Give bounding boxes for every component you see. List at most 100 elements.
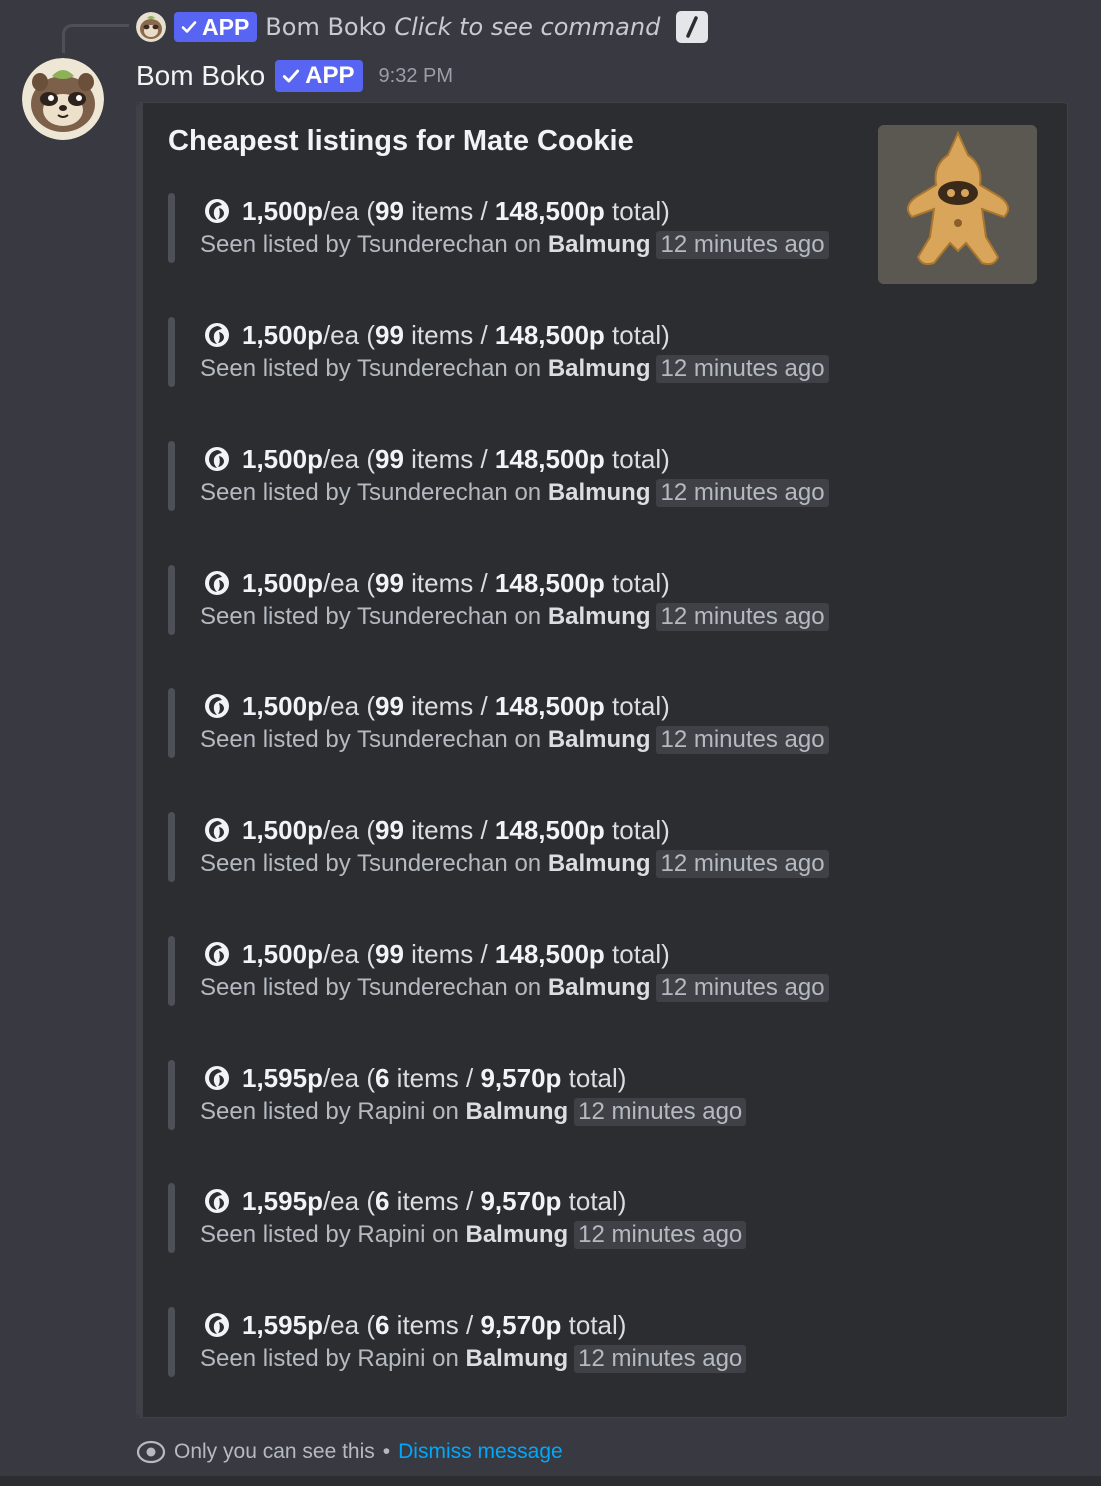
seller-text: Seen listed by Tsunderechan on <box>200 974 548 1001</box>
quantity: 99 <box>374 443 404 474</box>
listing-seller-line: Seen listed by Tsunderechan on Balmung 12… <box>200 724 829 756</box>
seller-text: Seen listed by Tsunderechan on <box>200 603 548 630</box>
total-price: 148,500p <box>494 814 605 845</box>
total-label: total) <box>604 938 670 969</box>
listing-price-line: 1,595p/ea (6 items / 9,570p total) <box>204 1060 626 1096</box>
quote-bar <box>168 317 175 387</box>
unit-price: 1,500p <box>242 938 323 969</box>
bottom-edge <box>0 1476 1101 1486</box>
listing-price-line: 1,500p/ea (99 items / 148,500p total) <box>204 688 670 724</box>
total-price: 148,500p <box>494 195 605 226</box>
total-price: 9,570p <box>480 1309 562 1340</box>
quantity: 99 <box>374 319 404 350</box>
world-name: Balmung <box>547 603 651 630</box>
total-label: total) <box>604 567 670 598</box>
items-label: items / <box>403 443 495 474</box>
listing-price-line: 1,500p/ea (99 items / 148,500p total) <box>204 317 670 353</box>
app-badge-label: APP <box>305 62 355 89</box>
marketboard-icon <box>205 942 229 966</box>
quantity: 99 <box>374 938 404 969</box>
marketboard-icon <box>205 1189 229 1213</box>
quote-bar <box>168 688 175 758</box>
app-badge-label: APP <box>202 13 250 40</box>
reply-avatar[interactable] <box>136 12 166 42</box>
relative-timestamp[interactable]: 12 minutes ago <box>656 231 829 259</box>
unit-price: 1,500p <box>242 814 323 845</box>
unit-price: 1,500p <box>242 567 323 598</box>
listing-seller-line: Seen listed by Tsunderechan on Balmung 12… <box>200 477 829 509</box>
relative-timestamp[interactable]: 12 minutes ago <box>656 479 829 507</box>
reply-command-text[interactable]: Click to see command <box>394 13 660 41</box>
items-label: items / <box>403 690 495 721</box>
listing-seller-line: Seen listed by Rapini on Balmung 12 minut… <box>200 1219 747 1251</box>
marketboard-icon <box>205 694 229 718</box>
quote-bar <box>168 1060 175 1130</box>
quantity: 99 <box>374 195 404 226</box>
quote-bar <box>168 1307 175 1377</box>
total-label: total) <box>604 690 670 721</box>
quantity: 6 <box>374 1309 390 1340</box>
mate-cookie-thumbnail[interactable] <box>878 125 1037 284</box>
listing-price-line: 1,500p/ea (99 items / 148,500p total) <box>204 812 670 848</box>
items-label: items / <box>403 938 495 969</box>
embed-title: Cheapest listings for Mate Cookie <box>168 125 634 157</box>
per-label: /ea ( <box>322 938 375 969</box>
world-name: Balmung <box>547 850 651 877</box>
total-label: total) <box>604 319 670 350</box>
world-name: Balmung <box>547 479 651 506</box>
author-name[interactable]: Bom Boko <box>136 60 265 92</box>
quote-bar <box>168 1183 175 1253</box>
seller-text: Seen listed by Tsunderechan on <box>200 231 548 258</box>
quantity: 99 <box>374 690 404 721</box>
marketboard-icon <box>205 1066 229 1090</box>
embed: Cheapest listings for Mate Cookie 1,500p… <box>136 102 1068 1418</box>
relative-timestamp[interactable]: 12 minutes ago <box>656 603 829 631</box>
check-icon <box>283 69 300 83</box>
marketboard-icon <box>205 571 229 595</box>
relative-timestamp[interactable]: 12 minutes ago <box>656 974 829 1002</box>
listing-seller-line: Seen listed by Tsunderechan on Balmung 12… <box>200 353 829 385</box>
relative-timestamp[interactable]: 12 minutes ago <box>656 355 829 383</box>
ephemeral-text: Only you can see this <box>174 1440 375 1463</box>
marketboard-icon <box>205 818 229 842</box>
seller-text: Seen listed by Rapini on <box>200 1221 466 1248</box>
world-name: Balmung <box>547 355 651 382</box>
separator: • <box>382 1440 391 1463</box>
reply-reference[interactable]: APP Bom Boko Click to see command <box>136 8 709 46</box>
app-badge: APP <box>275 60 363 92</box>
total-price: 148,500p <box>494 567 605 598</box>
total-label: total) <box>604 195 670 226</box>
embed-accent-bar <box>137 103 143 1417</box>
relative-timestamp[interactable]: 12 minutes ago <box>656 850 829 878</box>
dismiss-message-link[interactable]: Dismiss message <box>398 1440 563 1464</box>
listing-price-line: 1,595p/ea (6 items / 9,570p total) <box>204 1307 626 1343</box>
marketboard-icon <box>205 323 229 347</box>
total-price: 9,570p <box>480 1062 562 1093</box>
world-name: Balmung <box>465 1221 569 1248</box>
seller-text: Seen listed by Tsunderechan on <box>200 355 548 382</box>
items-label: items / <box>403 567 495 598</box>
total-label: total) <box>561 1062 627 1093</box>
relative-timestamp[interactable]: 12 minutes ago <box>656 726 829 754</box>
slash-command-icon[interactable] <box>676 11 709 43</box>
listing-seller-line: Seen listed by Tsunderechan on Balmung 12… <box>200 601 829 633</box>
reply-author[interactable]: Bom Boko <box>265 13 386 41</box>
total-label: total) <box>561 1309 627 1340</box>
timestamp[interactable]: 9:32 PM <box>379 65 453 88</box>
relative-timestamp[interactable]: 12 minutes ago <box>574 1345 747 1373</box>
per-label: /ea ( <box>322 690 375 721</box>
per-label: /ea ( <box>322 319 375 350</box>
seller-text: Seen listed by Tsunderechan on <box>200 850 548 877</box>
per-label: /ea ( <box>322 1185 375 1216</box>
listing-price-line: 1,500p/ea (99 items / 148,500p total) <box>204 565 670 601</box>
listing-price-line: 1,500p/ea (99 items / 148,500p total) <box>204 936 670 972</box>
quantity: 99 <box>374 814 404 845</box>
items-label: items / <box>403 195 495 226</box>
avatar[interactable] <box>22 58 104 140</box>
unit-price: 1,500p <box>242 319 323 350</box>
unit-price: 1,595p <box>242 1185 323 1216</box>
message-header: Bom Boko APP 9:32 PM <box>136 56 453 96</box>
listing-seller-line: Seen listed by Tsunderechan on Balmung 12… <box>200 972 829 1004</box>
relative-timestamp[interactable]: 12 minutes ago <box>574 1221 747 1249</box>
relative-timestamp[interactable]: 12 minutes ago <box>574 1098 747 1126</box>
